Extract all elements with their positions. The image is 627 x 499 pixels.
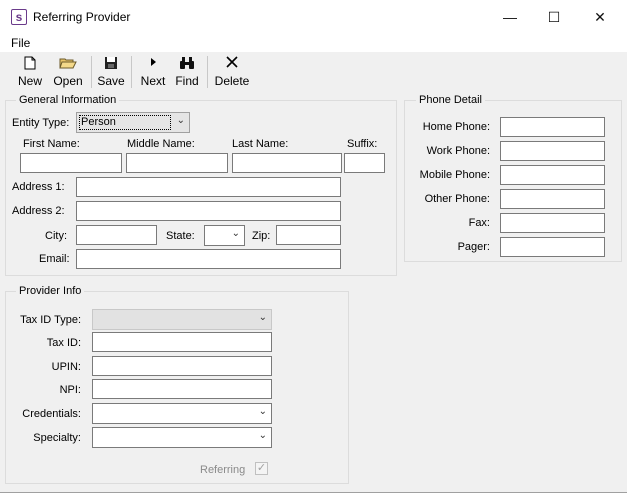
city-label: City: <box>45 230 67 242</box>
open-folder-icon <box>50 56 86 72</box>
middle-name-label: Middle Name: <box>127 138 195 150</box>
upin-label: UPIN: <box>51 361 81 373</box>
specialty-select[interactable]: ⌄ <box>92 427 272 448</box>
city-field[interactable] <box>76 225 157 245</box>
email-field[interactable] <box>76 249 341 269</box>
suffix-label: Suffix: <box>347 138 378 150</box>
other-phone-label: Other Phone: <box>424 193 490 205</box>
entity-type-select[interactable]: Person ⌄ <box>76 112 190 133</box>
suffix-field[interactable] <box>344 153 385 173</box>
first-name-field[interactable] <box>20 153 122 173</box>
entity-type-value: Person <box>81 116 116 128</box>
fax-label: Fax: <box>468 217 490 229</box>
chevron-down-icon: ⌄ <box>258 430 267 441</box>
state-label: State: <box>166 230 195 242</box>
open-label: Open <box>53 74 83 88</box>
menu-file[interactable]: File <box>11 36 30 50</box>
referring-provider-window: s Referring Provider — ☐ ✕ File New Open… <box>0 0 627 492</box>
chevron-down-icon: ⌄ <box>176 115 185 126</box>
mobile-phone-field[interactable] <box>500 165 605 185</box>
first-name-label: First Name: <box>23 138 80 150</box>
toolbar-separator <box>207 56 208 88</box>
entity-type-label: Entity Type: <box>12 117 70 129</box>
other-phone-field[interactable] <box>500 189 605 209</box>
open-button[interactable]: Open <box>50 54 86 88</box>
npi-label: NPI: <box>59 384 81 396</box>
window-title: Referring Provider <box>33 10 131 24</box>
new-label: New <box>17 74 42 88</box>
provider-info-title: Provider Info <box>16 285 85 297</box>
address1-field[interactable] <box>76 177 341 197</box>
new-document-icon <box>14 56 46 72</box>
toolbar-separator <box>131 56 132 88</box>
find-button[interactable]: Find <box>172 54 202 88</box>
address2-field[interactable] <box>76 201 341 221</box>
phone-detail-title: Phone Detail <box>416 94 485 106</box>
checkmark-icon: ✓ <box>256 462 267 474</box>
delete-label: Delete <box>214 74 250 88</box>
chevron-down-icon: ⌄ <box>231 228 240 239</box>
fax-field[interactable] <box>500 213 605 233</box>
credentials-select[interactable]: ⌄ <box>92 403 272 424</box>
tax-id-type-select[interactable]: ⌄ <box>92 309 272 330</box>
save-disk-icon <box>96 56 126 72</box>
state-select[interactable]: ⌄ <box>204 225 245 246</box>
toolbar-separator <box>91 56 92 88</box>
general-information-title: General Information <box>16 94 120 106</box>
chevron-down-icon: ⌄ <box>258 312 267 323</box>
tax-id-field[interactable] <box>92 332 272 352</box>
find-label: Find <box>175 74 199 88</box>
menu-bar: File <box>0 34 627 52</box>
toolbar: New Open Save Next Find Delete <box>0 52 627 90</box>
mobile-phone-label: Mobile Phone: <box>419 169 490 181</box>
referring-checkbox[interactable]: ✓ <box>255 462 268 475</box>
last-name-field[interactable] <box>232 153 342 173</box>
next-label: Next <box>140 74 166 88</box>
next-button[interactable]: Next <box>137 54 169 88</box>
delete-x-icon <box>213 56 251 72</box>
credentials-label: Credentials: <box>22 408 81 420</box>
binoculars-icon <box>172 56 202 72</box>
minimize-button[interactable]: — <box>487 0 533 34</box>
middle-name-field[interactable] <box>126 153 228 173</box>
npi-field[interactable] <box>92 379 272 399</box>
close-button[interactable]: ✕ <box>577 0 623 34</box>
referring-label: Referring <box>200 464 246 476</box>
tax-id-type-label: Tax ID Type: <box>20 314 81 326</box>
app-icon: s <box>11 9 27 25</box>
delete-button[interactable]: Delete <box>213 54 251 88</box>
chevron-down-icon: ⌄ <box>258 406 267 417</box>
save-button[interactable]: Save <box>96 54 126 88</box>
work-phone-label: Work Phone: <box>426 145 490 157</box>
specialty-label: Specialty: <box>33 432 81 444</box>
address2-label: Address 2: <box>12 205 65 217</box>
pager-label: Pager: <box>457 241 490 253</box>
maximize-button[interactable]: ☐ <box>531 0 577 34</box>
home-phone-label: Home Phone: <box>422 121 490 133</box>
tax-id-label: Tax ID: <box>46 337 81 349</box>
title-bar: s Referring Provider — ☐ ✕ <box>0 0 627 34</box>
address1-label: Address 1: <box>12 181 65 193</box>
zip-field[interactable] <box>276 225 341 245</box>
next-arrow-icon <box>137 56 169 72</box>
new-button[interactable]: New <box>14 54 46 88</box>
save-label: Save <box>97 74 125 88</box>
home-phone-field[interactable] <box>500 117 605 137</box>
zip-label: Zip: <box>252 230 271 242</box>
email-label: Email: <box>39 253 70 265</box>
work-phone-field[interactable] <box>500 141 605 161</box>
upin-field[interactable] <box>92 356 272 376</box>
last-name-label: Last Name: <box>232 138 289 150</box>
pager-field[interactable] <box>500 237 605 257</box>
